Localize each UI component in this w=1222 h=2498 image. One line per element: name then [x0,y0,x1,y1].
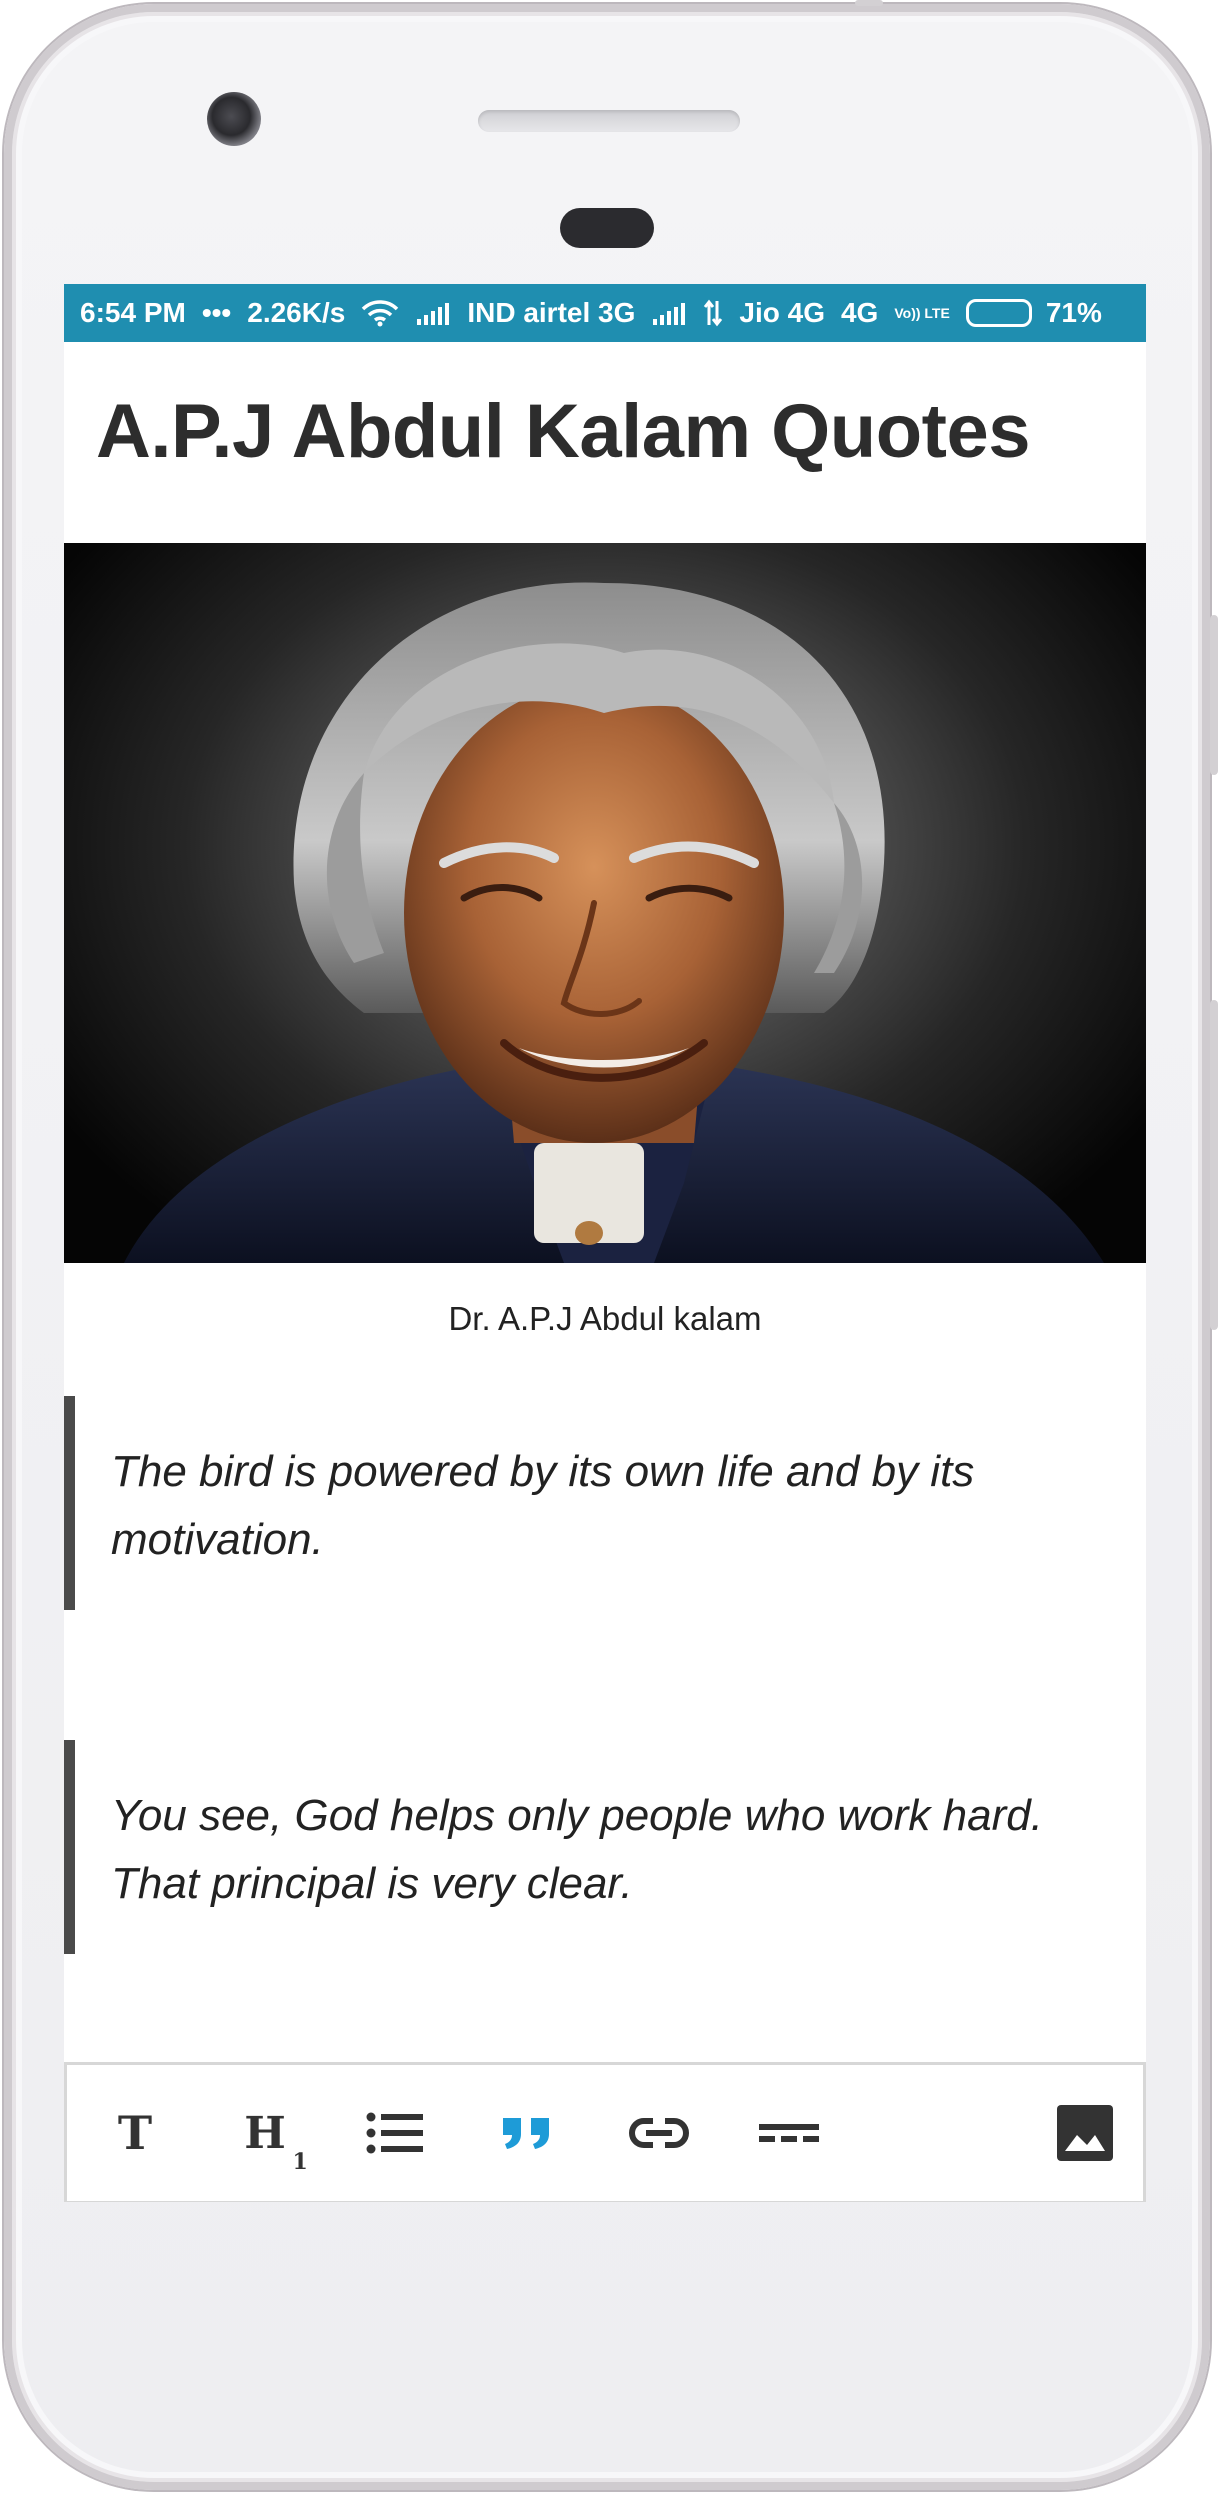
bullet-list-icon [366,2112,423,2154]
status-dots: ••• [201,297,232,328]
link-icon [629,2118,689,2148]
volte-icon: Vo)) LTE [894,305,950,321]
side-button-lower [1210,1000,1218,1330]
earpiece-speaker [478,110,740,132]
side-button-upper [1210,615,1218,775]
link-button[interactable] [627,2101,691,2165]
text-format-button[interactable]: T [103,2101,167,2165]
portrait-illustration [124,582,1104,1263]
quote-text: You see, God helps only people who work … [111,1791,1043,1908]
page-title: A.P.J Abdul Kalam Quotes [96,389,1031,474]
signal-icon [415,301,451,325]
status-network2: 4G [840,297,879,328]
divider-button[interactable] [757,2101,821,2165]
heading-icon: H1 [244,2107,308,2175]
status-bar: 6:54 PM ••• 2.26K/s IND airtel 3G Jio 4G… [64,284,1146,342]
status-carrier1: IND airtel 3G [467,297,636,328]
proximity-sensor [560,208,654,248]
status-time: 6:54 PM [80,297,186,328]
divider-icon [759,2124,819,2142]
image-icon [1057,2105,1113,2161]
front-camera [207,92,261,146]
signal-icon-2 [651,301,687,325]
insert-image-button[interactable] [1053,2101,1117,2165]
wifi-icon [361,299,399,327]
screen: 6:54 PM ••• 2.26K/s IND airtel 3G Jio 4G… [64,284,1146,2202]
battery-icon [965,299,1032,327]
heading-button[interactable]: H1 [233,2101,308,2175]
data-transfer-icon [703,299,723,327]
quote-text: The bird is powered by its own life and … [111,1447,975,1564]
portrait-image[interactable] [64,543,1146,1263]
status-carrier2: Jio 4G [739,297,825,328]
blockquote[interactable]: The bird is powered by its own life and … [64,1396,1146,1610]
blockquote[interactable]: You see, God helps only people who work … [64,1740,1146,1954]
text-format-icon: T [117,2106,153,2160]
quote-button[interactable] [495,2101,559,2165]
battery-percent: 71% [1045,297,1102,328]
editor-toolbar: T H1 [64,2062,1146,2202]
image-caption: Dr. A.P.J Abdul kalam [448,1300,762,1337]
status-speed: 2.26K/s [247,297,346,328]
quote-icon [503,2118,549,2149]
power-button [855,0,883,6]
bullet-list-button[interactable] [363,2101,427,2165]
